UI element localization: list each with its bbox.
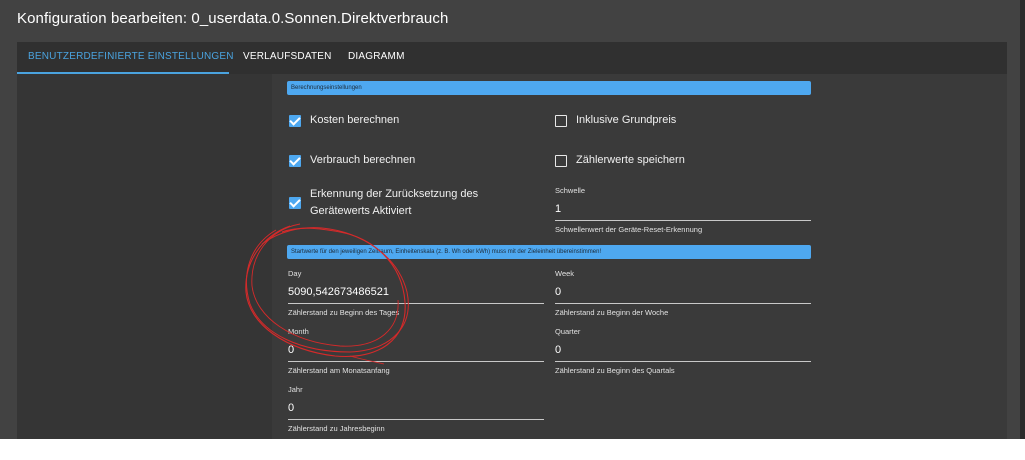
field-helper: Zählerstand am Monatsanfang	[288, 366, 390, 375]
checkbox-label: Inklusive Grundpreis	[576, 114, 677, 126]
field-label: Week	[555, 269, 575, 278]
tab-chart[interactable]: DIAGRAMM	[348, 42, 405, 74]
checkbox-label: Erkennung der Zurücksetzung des Gerätewe…	[310, 188, 479, 217]
week-input[interactable]: 0	[555, 286, 561, 298]
field-helper: Zählerstand zu Beginn des Tages	[288, 308, 400, 317]
input-underline	[555, 220, 811, 221]
input-underline	[555, 303, 811, 304]
tab-history-data[interactable]: VERLAUFSDATEN	[243, 42, 332, 74]
checkbox-save-meter-values[interactable]: Zählerwerte speichern	[555, 154, 685, 169]
checkbox-checked-icon[interactable]	[289, 115, 301, 127]
checkbox-calc-costs[interactable]: Kosten berechnen	[289, 114, 400, 129]
input-underline	[288, 361, 544, 362]
field-label: Day	[288, 269, 302, 278]
field-label: Schwelle	[555, 186, 586, 195]
field-label: Month	[288, 327, 309, 336]
checkbox-checked-icon[interactable]	[289, 155, 301, 167]
checkbox-unchecked-icon[interactable]	[555, 115, 567, 127]
calc-settings-header: Berechnungseinstellungen	[287, 81, 811, 95]
year-input[interactable]: 0	[288, 402, 294, 414]
quarter-input[interactable]: 0	[555, 344, 561, 356]
input-underline	[555, 361, 811, 362]
input-underline	[288, 419, 544, 420]
field-helper: Zählerstand zu Beginn des Quartals	[555, 366, 675, 375]
checkbox-reset-detection[interactable]: Erkennung der Zurücksetzung des Gerätewe…	[289, 188, 510, 220]
threshold-input[interactable]: 1	[555, 203, 561, 215]
config-dialog: Konfiguration bearbeiten: 0_userdata.0.S…	[0, 0, 1025, 439]
checkbox-unchecked-icon[interactable]	[555, 155, 567, 167]
scrollbar-track[interactable]	[1020, 0, 1025, 439]
checkbox-checked-icon[interactable]	[289, 197, 301, 209]
month-input[interactable]: 0	[288, 344, 294, 356]
field-helper: Zählerstand zu Jahresbeginn	[288, 424, 385, 433]
checkbox-include-base-price[interactable]: Inklusive Grundpreis	[555, 114, 677, 129]
checkbox-label: Zählerwerte speichern	[576, 154, 685, 166]
tab-custom-settings[interactable]: BENUTZERDEFINIERTE EINSTELLUNGEN	[28, 42, 234, 74]
dialog-title: Konfiguration bearbeiten: 0_userdata.0.S…	[17, 10, 449, 27]
field-helper: Schwellenwert der Geräte-Reset-Erkennung	[555, 225, 703, 234]
checkbox-label: Verbrauch berechnen	[310, 154, 416, 166]
checkbox-calc-consumption[interactable]: Verbrauch berechnen	[289, 154, 416, 169]
field-helper: Zählerstand zu Beginn der Woche	[555, 308, 669, 317]
field-label: Jahr	[288, 385, 303, 394]
input-underline	[288, 303, 544, 304]
start-values-header: Startwerte für den jeweiligen Zeitraum, …	[287, 245, 811, 259]
day-input[interactable]: 5090,542673486521	[288, 286, 389, 298]
field-label: Quarter	[555, 327, 581, 336]
checkbox-label: Kosten berechnen	[310, 114, 400, 126]
left-panel	[17, 74, 272, 439]
tab-bar: BENUTZERDEFINIERTE EINSTELLUNGEN VERLAUF…	[17, 42, 1007, 74]
